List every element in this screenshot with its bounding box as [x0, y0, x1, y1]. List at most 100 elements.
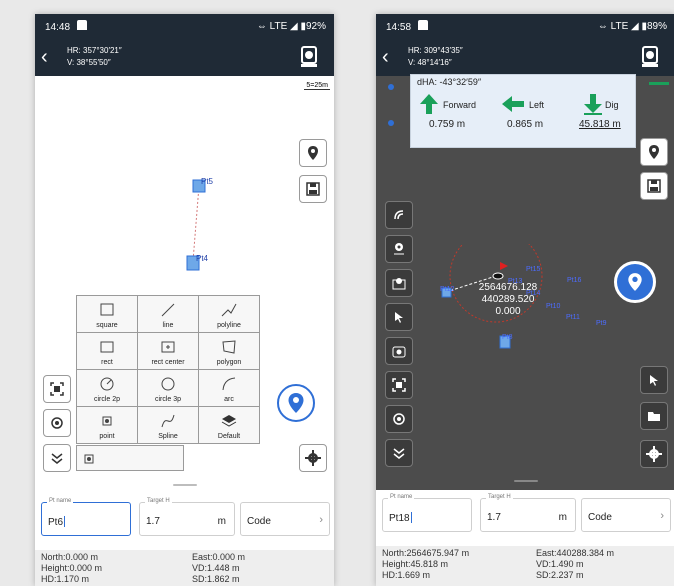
double-chevron-down-icon — [393, 448, 405, 459]
settings-button[interactable] — [640, 440, 668, 468]
title-bar: ‹ HR: 309°43′35″ V: 48°14′16″ — [376, 40, 674, 76]
status-time: 14:48 — [45, 22, 71, 33]
zoom-extent-button[interactable] — [385, 371, 413, 399]
select-button[interactable] — [385, 303, 413, 331]
sd-value: SD:1.862 m — [192, 574, 240, 584]
locate-me-button[interactable] — [43, 409, 71, 437]
vd-value: VD:1.448 m — [192, 563, 240, 573]
point-mode-icon — [84, 454, 94, 464]
code-field[interactable]: Code › — [240, 502, 330, 536]
layer-default[interactable]: Default — [198, 406, 260, 444]
north-value: North:2564675.947 m — [382, 548, 470, 558]
north-value: North:0.000 m — [41, 552, 99, 562]
v-angle: V: 48°14′16″ — [408, 58, 452, 67]
dig-value: 45.818 m — [579, 119, 621, 130]
point-mode-bar[interactable] — [76, 445, 184, 471]
camera-button[interactable] — [385, 337, 413, 365]
camera-icon — [392, 346, 406, 358]
zoom-extent-icon — [392, 378, 406, 392]
settings-button[interactable] — [299, 444, 327, 472]
shape-line[interactable]: line — [137, 295, 199, 333]
dha-value: dHA: -43°32′59″ — [417, 77, 482, 87]
save-button[interactable] — [640, 172, 668, 200]
angle-readout: HR: 357°30′21″ V: 38°55′50″ — [67, 45, 122, 69]
back-icon[interactable]: ‹ — [41, 46, 59, 68]
location-pin-button[interactable] — [299, 139, 327, 167]
save-button[interactable] — [299, 175, 327, 203]
map-pin-button[interactable] — [385, 269, 413, 297]
status-time: 14:58 — [386, 22, 412, 33]
expand-menu-button[interactable] — [385, 439, 413, 467]
chevron-right-icon: › — [319, 514, 323, 526]
target-height-value: 1.7 — [487, 512, 501, 523]
point-name-field[interactable]: Pt name Pt6 — [41, 498, 131, 536]
shape-arc[interactable]: arc — [198, 369, 260, 407]
shape-circle-2p[interactable]: circle 2p — [76, 369, 138, 407]
status-bar: 14:48 ⇔ LTE ◢ ▮92% — [35, 14, 334, 40]
cursor-select-icon — [395, 312, 403, 323]
coord-north: 2564676.128 — [478, 282, 538, 293]
hr-angle: HR: 309°43′35″ — [408, 46, 463, 55]
location-pin-icon — [308, 146, 318, 160]
measure-tool-button[interactable] — [385, 201, 413, 229]
pin-target-icon — [394, 243, 404, 255]
location-pin-icon — [628, 273, 642, 291]
point-label: Pt9 — [596, 320, 607, 327]
point-name-field[interactable]: Pt name Pt18 — [382, 494, 472, 532]
shape-circle-3p[interactable]: circle 3p — [137, 369, 199, 407]
point-label: Pt16 — [567, 277, 582, 284]
stakeout-fab[interactable] — [277, 384, 315, 422]
target-height-value: 1.7 — [146, 516, 160, 527]
left-value: 0.865 m — [507, 119, 544, 130]
arrow-left-icon — [502, 96, 524, 112]
code-field[interactable]: Code › — [581, 498, 671, 532]
point-label-pt5: Pt5 — [201, 177, 214, 186]
arrow-down-icon — [584, 94, 602, 115]
select-tool-button[interactable] — [640, 366, 668, 394]
map-canvas[interactable] — [35, 76, 334, 306]
total-station-icon[interactable] — [298, 44, 320, 70]
stake-point-button[interactable] — [385, 235, 413, 263]
gear-icon — [305, 450, 321, 466]
zoom-extent-button[interactable] — [43, 375, 71, 403]
survey-info-panel: North:0.000 m East:0.000 m Height:0.000 … — [35, 550, 334, 586]
stake-inputs: Pt name Pt18 Target H 1.7 m Code › — [376, 490, 674, 546]
expand-menu-button[interactable] — [43, 444, 71, 472]
point-label: Pt10 — [546, 303, 561, 310]
map-marker-dot — [388, 120, 394, 126]
shape-rect[interactable]: rect — [76, 332, 138, 370]
shape-square[interactable]: square — [76, 295, 138, 333]
zoom-extent-icon — [50, 382, 64, 396]
crosshair-icon — [393, 413, 405, 425]
arrow-up-icon — [420, 94, 438, 114]
point-name-value: Pt18 — [389, 513, 410, 524]
title-bar: ‹ HR: 357°30′21″ V: 38°55′50″ — [35, 40, 334, 76]
total-station-icon[interactable] — [639, 44, 661, 70]
target-height-field[interactable]: Target H 1.7 m — [480, 494, 576, 532]
coord-east: 440289.520 — [481, 294, 535, 305]
cursor-select-icon — [650, 375, 658, 386]
right-phone-screen: 14:58 ⇔ LTE ◢ ▮89% ‹ HR: 309°43′35″ V: 4… — [376, 14, 674, 586]
stakeout-fab[interactable] — [614, 261, 656, 303]
forward-value: 0.759 m — [429, 119, 466, 130]
map-marker-dot — [388, 84, 394, 90]
shape-rect-center[interactable]: rect center — [137, 332, 199, 370]
stake-inputs: Pt name Pt6 Target H 1.7 m Code › — [35, 494, 334, 550]
open-file-button[interactable] — [640, 402, 668, 430]
location-pin-button[interactable] — [640, 138, 668, 166]
shape-point[interactable]: point — [76, 406, 138, 444]
status-bar: 14:58 ⇔ LTE ◢ ▮89% — [376, 14, 674, 40]
drag-handle[interactable] — [514, 480, 538, 482]
target-height-unit: m — [217, 516, 226, 527]
back-icon[interactable]: ‹ — [382, 46, 400, 68]
drag-handle[interactable] — [173, 484, 197, 486]
locate-me-button[interactable] — [385, 405, 413, 433]
point-label: Pt11 — [566, 314, 580, 321]
target-height-field[interactable]: Target H 1.7 m — [139, 498, 235, 536]
shape-polygon[interactable]: polygon — [198, 332, 260, 370]
shape-polyline[interactable]: polyline — [198, 295, 260, 333]
shape-spline[interactable]: Spline — [137, 406, 199, 444]
edit-curve-icon — [394, 210, 404, 220]
point-name-value: Pt6 — [48, 517, 64, 528]
hd-value: HD:1.170 m — [41, 574, 90, 584]
